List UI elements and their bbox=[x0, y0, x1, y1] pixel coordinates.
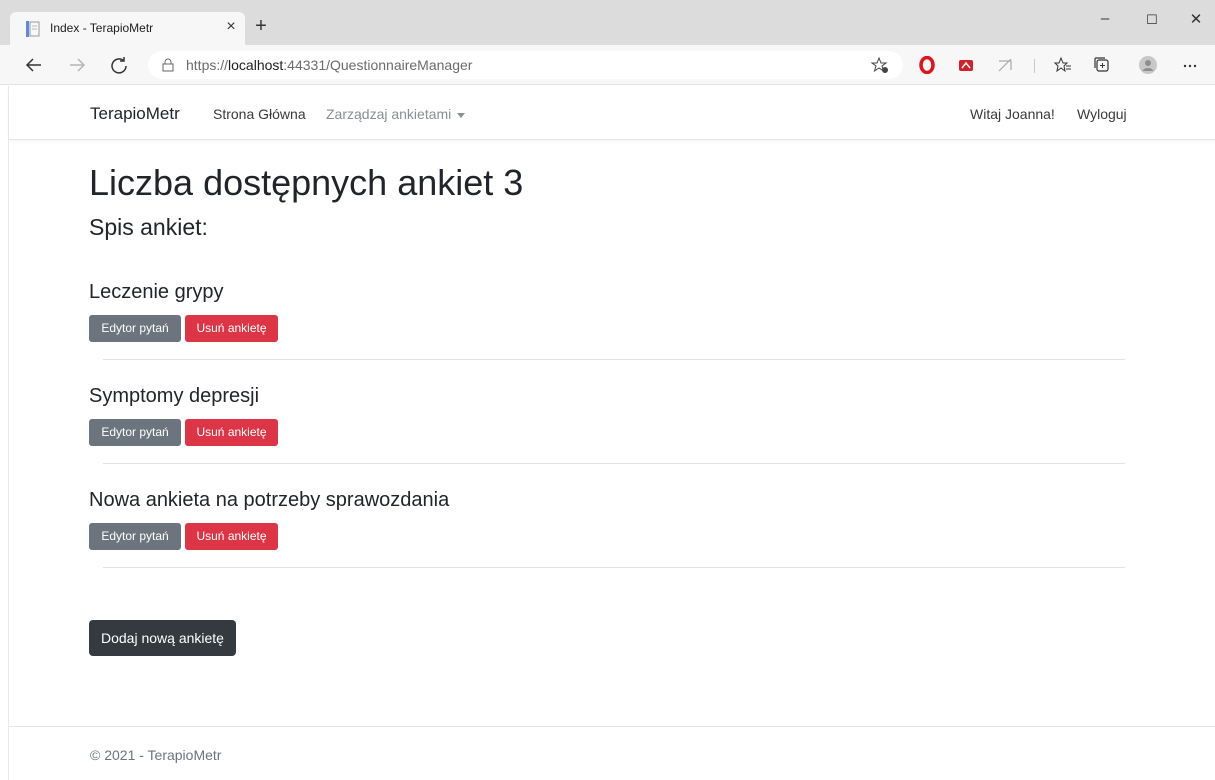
delete-survey-button[interactable]: Usuń ankietę bbox=[185, 523, 278, 550]
nav-manage-dropdown[interactable]: Zarządzaj ankietami bbox=[326, 106, 466, 122]
opera-extension-icon[interactable] bbox=[918, 56, 936, 74]
url-text[interactable]: https://localhost:44331/QuestionnaireMan… bbox=[186, 57, 472, 73]
logout-link[interactable]: Wyloguj bbox=[1077, 106, 1127, 122]
maximize-icon[interactable]: ☐ bbox=[1142, 12, 1162, 28]
survey-name: Leczenie grypy bbox=[89, 281, 224, 303]
site-footer: © 2021 - TerapioMetr bbox=[9, 726, 1215, 780]
edit-questions-button[interactable]: Edytor pytań bbox=[89, 523, 181, 550]
tab-close-icon[interactable]: × bbox=[222, 18, 240, 36]
nav-home-link[interactable]: Strona Główna bbox=[213, 106, 306, 122]
caret-down-icon bbox=[457, 112, 466, 118]
edit-questions-button[interactable]: Edytor pytań bbox=[89, 419, 181, 446]
divider bbox=[103, 359, 1125, 360]
divider bbox=[103, 463, 1125, 464]
tab-title: Index - TerapioMetr bbox=[50, 21, 154, 35]
user-greeting: Witaj Joanna! bbox=[970, 106, 1055, 122]
edit-questions-button[interactable]: Edytor pytań bbox=[89, 315, 181, 342]
favorite-add-icon[interactable] bbox=[871, 56, 889, 74]
survey-name: Symptomy depresji bbox=[89, 385, 260, 407]
close-window-icon[interactable]: ✕ bbox=[1186, 10, 1206, 28]
add-survey-button[interactable]: Dodaj nową ankietę bbox=[89, 620, 236, 656]
delete-survey-button[interactable]: Usuń ankietę bbox=[185, 419, 278, 446]
page-title: Liczba dostępnych ankiet 3 bbox=[89, 162, 524, 203]
divider bbox=[103, 567, 1125, 568]
nav-manage-label: Zarządzaj ankietami bbox=[326, 106, 452, 122]
survey-list-heading: Spis ankiet: bbox=[89, 214, 208, 240]
site-navbar: TerapioMetr Strona Główna Zarządzaj anki… bbox=[9, 86, 1215, 140]
refresh-icon[interactable] bbox=[108, 54, 130, 76]
minimize-icon[interactable]: – bbox=[1095, 10, 1115, 27]
survey-name: Nowa ankieta na potrzeby sprawozdania bbox=[89, 489, 450, 511]
forward-icon[interactable] bbox=[66, 54, 88, 76]
favorites-icon[interactable] bbox=[1054, 56, 1072, 74]
page-icon bbox=[26, 21, 40, 37]
toolbar-separator bbox=[1034, 59, 1035, 73]
delete-survey-button[interactable]: Usuń ankietę bbox=[185, 315, 278, 342]
page-content: TerapioMetr Strona Główna Zarządzaj anki… bbox=[8, 86, 1215, 780]
collections-icon[interactable] bbox=[1093, 56, 1111, 74]
browser-tab[interactable]: Index - TerapioMetr × bbox=[10, 12, 245, 45]
back-icon[interactable] bbox=[23, 54, 45, 76]
address-bar[interactable]: https://localhost:44331/QuestionnaireMan… bbox=[148, 51, 903, 79]
more-icon[interactable] bbox=[1181, 56, 1199, 74]
lock-icon[interactable] bbox=[162, 58, 174, 72]
copyright-text: © 2021 - TerapioMetr bbox=[90, 747, 222, 763]
red-extension-icon[interactable] bbox=[957, 56, 975, 74]
brand-link[interactable]: TerapioMetr bbox=[90, 104, 180, 124]
profile-icon[interactable] bbox=[1139, 56, 1157, 74]
browser-toolbar: https://localhost:44331/QuestionnaireMan… bbox=[0, 45, 1215, 85]
cast-icon[interactable] bbox=[996, 56, 1014, 74]
new-tab-icon[interactable]: + bbox=[252, 16, 270, 36]
browser-tabstrip: Index - TerapioMetr × + – ☐ ✕ bbox=[0, 0, 1215, 45]
